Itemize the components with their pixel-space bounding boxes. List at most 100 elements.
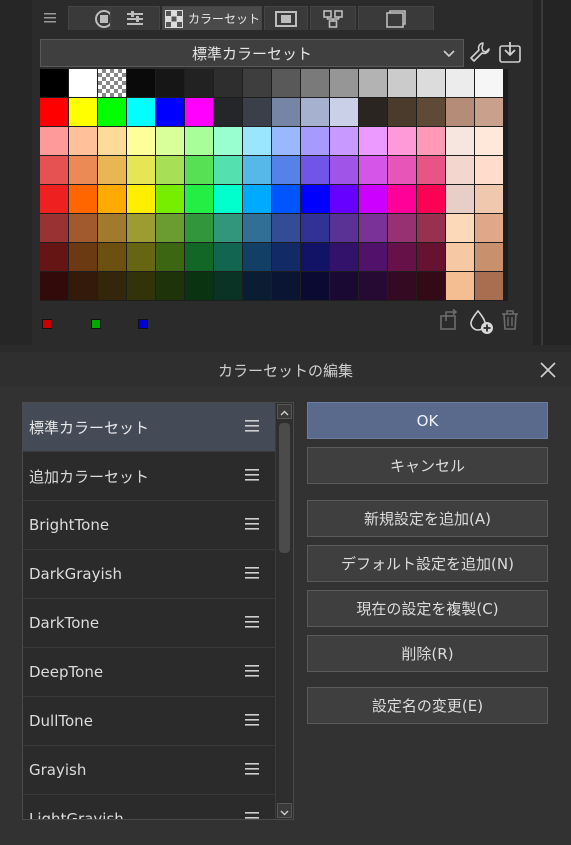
color-swatch[interactable]: [301, 272, 329, 300]
list-item[interactable]: LightGrayish: [23, 795, 275, 820]
color-swatch[interactable]: [127, 243, 155, 271]
color-swatch[interactable]: [185, 69, 213, 97]
color-swatch[interactable]: [69, 69, 97, 97]
color-swatch[interactable]: [446, 127, 474, 155]
color-swatch[interactable]: [475, 98, 503, 126]
color-swatch[interactable]: [156, 272, 184, 300]
color-swatch[interactable]: [69, 98, 97, 126]
color-swatch[interactable]: [417, 98, 445, 126]
color-swatch[interactable]: [156, 243, 184, 271]
color-swatch[interactable]: [127, 156, 155, 184]
add-default-setting-button[interactable]: デフォルト設定を追加(N): [307, 545, 548, 582]
color-swatch[interactable]: [214, 243, 242, 271]
color-swatch[interactable]: [330, 243, 358, 271]
color-swatch[interactable]: [388, 98, 416, 126]
replace-color-icon[interactable]: [438, 309, 460, 331]
color-swatch[interactable]: [330, 69, 358, 97]
color-swatch[interactable]: [185, 98, 213, 126]
color-swatch[interactable]: [156, 127, 184, 155]
color-swatch[interactable]: [475, 272, 503, 300]
color-swatch[interactable]: [359, 272, 387, 300]
list-item[interactable]: DullTone: [23, 697, 275, 746]
color-swatch[interactable]: [330, 98, 358, 126]
color-swatch[interactable]: [272, 243, 300, 271]
recent-color-swatch[interactable]: [42, 319, 52, 329]
color-swatch[interactable]: [330, 272, 358, 300]
color-swatch[interactable]: [301, 214, 329, 242]
color-swatch[interactable]: [272, 185, 300, 213]
color-swatch[interactable]: [40, 156, 68, 184]
color-swatch[interactable]: [98, 98, 126, 126]
drag-handle-icon[interactable]: [245, 566, 259, 580]
scroll-up-button[interactable]: [277, 404, 292, 419]
list-item[interactable]: DarkGrayish: [23, 550, 275, 599]
scroll-thumb[interactable]: [279, 423, 290, 553]
transparent-color-swatch[interactable]: [98, 69, 126, 97]
color-swatch[interactable]: [417, 127, 445, 155]
color-swatch[interactable]: [214, 69, 242, 97]
color-swatch[interactable]: [98, 243, 126, 271]
color-swatch[interactable]: [185, 156, 213, 184]
color-swatch[interactable]: [40, 243, 68, 271]
color-swatch[interactable]: [40, 185, 68, 213]
color-swatch[interactable]: [388, 185, 416, 213]
color-swatch[interactable]: [359, 156, 387, 184]
color-swatch[interactable]: [98, 185, 126, 213]
color-swatch[interactable]: [359, 98, 387, 126]
color-swatch[interactable]: [359, 243, 387, 271]
color-swatch[interactable]: [98, 156, 126, 184]
color-swatch[interactable]: [475, 243, 503, 271]
list-scrollbar[interactable]: [275, 403, 293, 819]
color-swatch[interactable]: [301, 156, 329, 184]
color-swatch[interactable]: [272, 214, 300, 242]
color-swatch[interactable]: [388, 214, 416, 242]
drag-handle-icon[interactable]: [245, 468, 259, 482]
color-swatch[interactable]: [475, 156, 503, 184]
recent-color-swatch[interactable]: [91, 319, 101, 329]
color-swatch[interactable]: [475, 69, 503, 97]
color-swatch[interactable]: [417, 69, 445, 97]
color-swatch[interactable]: [417, 214, 445, 242]
trash-icon[interactable]: [500, 309, 520, 331]
color-swatch[interactable]: [156, 156, 184, 184]
color-swatch[interactable]: [417, 243, 445, 271]
color-swatch[interactable]: [156, 185, 184, 213]
color-swatch[interactable]: [301, 69, 329, 97]
list-item[interactable]: Grayish: [23, 746, 275, 795]
color-swatch[interactable]: [214, 214, 242, 242]
list-item[interactable]: DarkTone: [23, 599, 275, 648]
color-swatch[interactable]: [301, 185, 329, 213]
color-swatch[interactable]: [330, 185, 358, 213]
color-swatch[interactable]: [388, 243, 416, 271]
color-swatch[interactable]: [214, 185, 242, 213]
color-swatch[interactable]: [40, 69, 68, 97]
list-item[interactable]: 追加カラーセット: [23, 452, 275, 501]
color-swatch[interactable]: [417, 185, 445, 213]
color-set-list[interactable]: 標準カラーセット 追加カラーセット BrightTone DarkGrayish…: [22, 402, 294, 820]
color-swatch[interactable]: [475, 185, 503, 213]
color-swatch[interactable]: [301, 243, 329, 271]
color-swatch[interactable]: [69, 214, 97, 242]
close-icon[interactable]: [539, 361, 557, 379]
color-swatch[interactable]: [388, 69, 416, 97]
color-swatch[interactable]: [388, 127, 416, 155]
color-swatch[interactable]: [359, 69, 387, 97]
tab-sub-view[interactable]: [358, 6, 434, 30]
color-swatch[interactable]: [185, 127, 213, 155]
tab-color-slider[interactable]: [110, 6, 160, 30]
color-swatch[interactable]: [98, 214, 126, 242]
color-swatch[interactable]: [69, 156, 97, 184]
color-swatch[interactable]: [127, 214, 155, 242]
list-item[interactable]: 標準カラーセット: [23, 403, 275, 452]
color-swatch[interactable]: [127, 98, 155, 126]
color-swatch[interactable]: [446, 214, 474, 242]
color-swatch[interactable]: [446, 185, 474, 213]
color-set-dropdown[interactable]: 標準カラーセット: [40, 39, 464, 67]
color-swatch[interactable]: [127, 127, 155, 155]
color-swatch[interactable]: [272, 98, 300, 126]
panel-menu-icon[interactable]: [36, 6, 64, 30]
drag-handle-icon[interactable]: [245, 811, 259, 820]
color-swatch[interactable]: [214, 272, 242, 300]
color-swatch[interactable]: [40, 127, 68, 155]
color-swatch[interactable]: [359, 127, 387, 155]
